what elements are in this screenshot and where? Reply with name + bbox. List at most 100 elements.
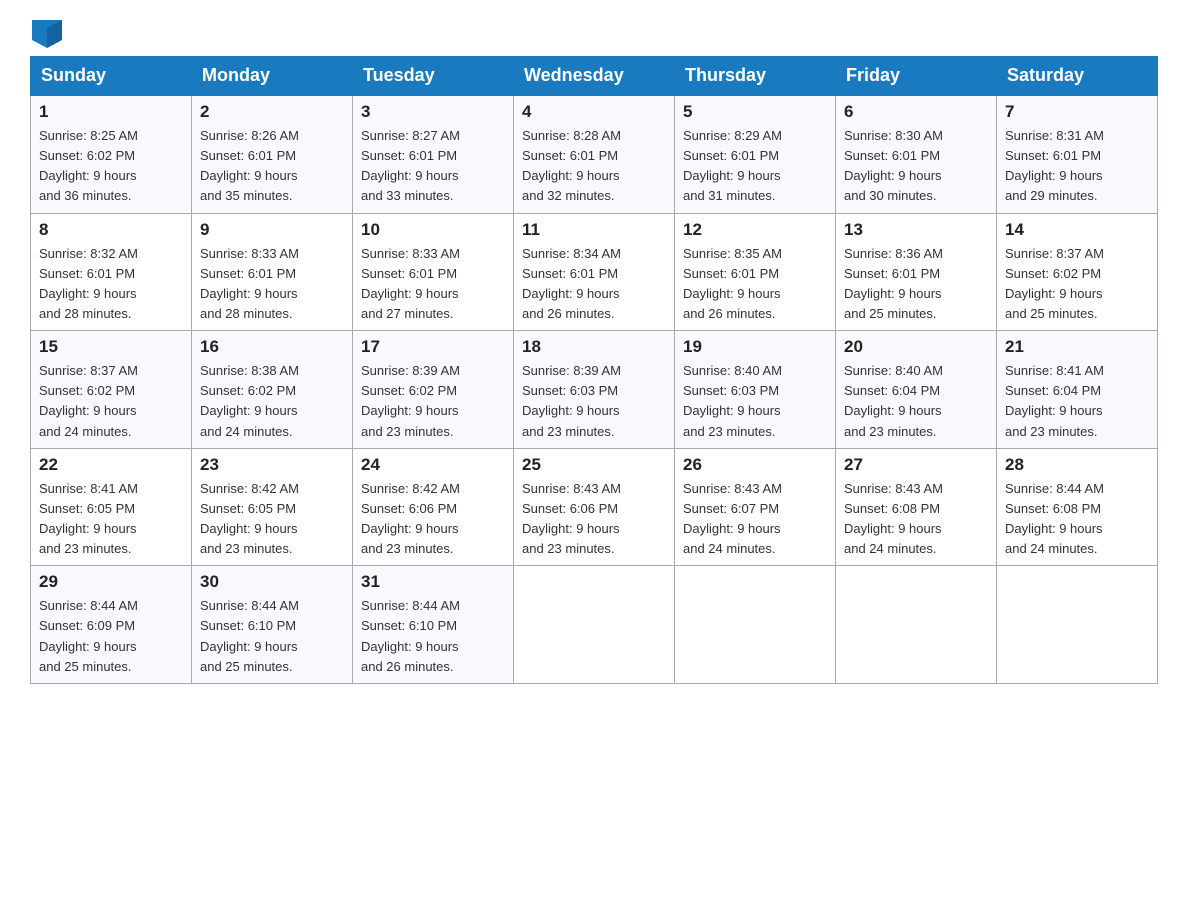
calendar-week-row: 8 Sunrise: 8:32 AMSunset: 6:01 PMDaylight… bbox=[31, 213, 1158, 331]
day-number: 14 bbox=[1005, 220, 1149, 240]
day-number: 7 bbox=[1005, 102, 1149, 122]
day-info: Sunrise: 8:44 AMSunset: 6:08 PMDaylight:… bbox=[1005, 479, 1149, 560]
page-header bbox=[30, 20, 1158, 46]
day-info: Sunrise: 8:43 AMSunset: 6:06 PMDaylight:… bbox=[522, 479, 666, 560]
day-info: Sunrise: 8:31 AMSunset: 6:01 PMDaylight:… bbox=[1005, 126, 1149, 207]
day-info: Sunrise: 8:44 AMSunset: 6:09 PMDaylight:… bbox=[39, 596, 183, 677]
calendar-day-cell bbox=[836, 566, 997, 684]
day-number: 19 bbox=[683, 337, 827, 357]
calendar-day-cell bbox=[514, 566, 675, 684]
calendar-day-cell: 22 Sunrise: 8:41 AMSunset: 6:05 PMDayligh… bbox=[31, 448, 192, 566]
day-info: Sunrise: 8:36 AMSunset: 6:01 PMDaylight:… bbox=[844, 244, 988, 325]
calendar-day-cell: 23 Sunrise: 8:42 AMSunset: 6:05 PMDayligh… bbox=[192, 448, 353, 566]
day-info: Sunrise: 8:37 AMSunset: 6:02 PMDaylight:… bbox=[39, 361, 183, 442]
day-of-week-header: Wednesday bbox=[514, 57, 675, 96]
calendar-day-cell: 14 Sunrise: 8:37 AMSunset: 6:02 PMDayligh… bbox=[997, 213, 1158, 331]
calendar-table: SundayMondayTuesdayWednesdayThursdayFrid… bbox=[30, 56, 1158, 684]
day-number: 26 bbox=[683, 455, 827, 475]
day-number: 9 bbox=[200, 220, 344, 240]
day-number: 3 bbox=[361, 102, 505, 122]
day-number: 12 bbox=[683, 220, 827, 240]
calendar-day-cell: 3 Sunrise: 8:27 AMSunset: 6:01 PMDaylight… bbox=[353, 95, 514, 213]
day-number: 23 bbox=[200, 455, 344, 475]
calendar-day-cell: 26 Sunrise: 8:43 AMSunset: 6:07 PMDayligh… bbox=[675, 448, 836, 566]
day-number: 13 bbox=[844, 220, 988, 240]
day-info: Sunrise: 8:30 AMSunset: 6:01 PMDaylight:… bbox=[844, 126, 988, 207]
day-number: 10 bbox=[361, 220, 505, 240]
calendar-day-cell: 9 Sunrise: 8:33 AMSunset: 6:01 PMDaylight… bbox=[192, 213, 353, 331]
day-number: 17 bbox=[361, 337, 505, 357]
calendar-week-row: 1 Sunrise: 8:25 AMSunset: 6:02 PMDaylight… bbox=[31, 95, 1158, 213]
day-info: Sunrise: 8:44 AMSunset: 6:10 PMDaylight:… bbox=[200, 596, 344, 677]
day-of-week-header: Friday bbox=[836, 57, 997, 96]
day-number: 30 bbox=[200, 572, 344, 592]
calendar-day-cell: 1 Sunrise: 8:25 AMSunset: 6:02 PMDaylight… bbox=[31, 95, 192, 213]
calendar-day-cell: 18Sunrise: 8:39 AMSunset: 6:03 PMDayligh… bbox=[514, 331, 675, 449]
calendar-day-cell: 4 Sunrise: 8:28 AMSunset: 6:01 PMDaylight… bbox=[514, 95, 675, 213]
day-of-week-header: Tuesday bbox=[353, 57, 514, 96]
calendar-day-cell: 20 Sunrise: 8:40 AMSunset: 6:04 PMDayligh… bbox=[836, 331, 997, 449]
day-info: Sunrise: 8:44 AMSunset: 6:10 PMDaylight:… bbox=[361, 596, 505, 677]
calendar-day-cell: 2Sunrise: 8:26 AMSunset: 6:01 PMDaylight… bbox=[192, 95, 353, 213]
day-number: 15 bbox=[39, 337, 183, 357]
day-info: Sunrise: 8:43 AMSunset: 6:07 PMDaylight:… bbox=[683, 479, 827, 560]
calendar-day-cell: 7 Sunrise: 8:31 AMSunset: 6:01 PMDaylight… bbox=[997, 95, 1158, 213]
calendar-day-cell: 13 Sunrise: 8:36 AMSunset: 6:01 PMDayligh… bbox=[836, 213, 997, 331]
day-number: 16 bbox=[200, 337, 344, 357]
day-number: 25 bbox=[522, 455, 666, 475]
calendar-day-cell: 11Sunrise: 8:34 AMSunset: 6:01 PMDayligh… bbox=[514, 213, 675, 331]
logo-icon bbox=[32, 20, 62, 48]
day-number: 31 bbox=[361, 572, 505, 592]
day-info: Sunrise: 8:41 AMSunset: 6:05 PMDaylight:… bbox=[39, 479, 183, 560]
day-info: Sunrise: 8:42 AMSunset: 6:06 PMDaylight:… bbox=[361, 479, 505, 560]
calendar-day-cell: 30 Sunrise: 8:44 AMSunset: 6:10 PMDayligh… bbox=[192, 566, 353, 684]
calendar-day-cell: 15 Sunrise: 8:37 AMSunset: 6:02 PMDayligh… bbox=[31, 331, 192, 449]
day-info: Sunrise: 8:37 AMSunset: 6:02 PMDaylight:… bbox=[1005, 244, 1149, 325]
day-info: Sunrise: 8:25 AMSunset: 6:02 PMDaylight:… bbox=[39, 126, 183, 207]
calendar-day-cell: 19 Sunrise: 8:40 AMSunset: 6:03 PMDayligh… bbox=[675, 331, 836, 449]
calendar-day-cell: 27Sunrise: 8:43 AMSunset: 6:08 PMDayligh… bbox=[836, 448, 997, 566]
day-number: 28 bbox=[1005, 455, 1149, 475]
day-number: 2 bbox=[200, 102, 344, 122]
day-info: Sunrise: 8:27 AMSunset: 6:01 PMDaylight:… bbox=[361, 126, 505, 207]
day-number: 6 bbox=[844, 102, 988, 122]
calendar-day-cell: 31 Sunrise: 8:44 AMSunset: 6:10 PMDayligh… bbox=[353, 566, 514, 684]
day-info: Sunrise: 8:28 AMSunset: 6:01 PMDaylight:… bbox=[522, 126, 666, 207]
calendar-day-cell: 25 Sunrise: 8:43 AMSunset: 6:06 PMDayligh… bbox=[514, 448, 675, 566]
day-of-week-header: Monday bbox=[192, 57, 353, 96]
day-number: 1 bbox=[39, 102, 183, 122]
day-info: Sunrise: 8:39 AMSunset: 6:02 PMDaylight:… bbox=[361, 361, 505, 442]
day-info: Sunrise: 8:40 AMSunset: 6:04 PMDaylight:… bbox=[844, 361, 988, 442]
calendar-day-cell: 12 Sunrise: 8:35 AMSunset: 6:01 PMDayligh… bbox=[675, 213, 836, 331]
day-info: Sunrise: 8:33 AMSunset: 6:01 PMDaylight:… bbox=[200, 244, 344, 325]
calendar-day-cell: 10 Sunrise: 8:33 AMSunset: 6:01 PMDayligh… bbox=[353, 213, 514, 331]
day-info: Sunrise: 8:35 AMSunset: 6:01 PMDaylight:… bbox=[683, 244, 827, 325]
day-info: Sunrise: 8:33 AMSunset: 6:01 PMDaylight:… bbox=[361, 244, 505, 325]
day-info: Sunrise: 8:41 AMSunset: 6:04 PMDaylight:… bbox=[1005, 361, 1149, 442]
calendar-day-cell: 28 Sunrise: 8:44 AMSunset: 6:08 PMDayligh… bbox=[997, 448, 1158, 566]
day-of-week-header: Saturday bbox=[997, 57, 1158, 96]
day-info: Sunrise: 8:38 AMSunset: 6:02 PMDaylight:… bbox=[200, 361, 344, 442]
calendar-day-cell: 16 Sunrise: 8:38 AMSunset: 6:02 PMDayligh… bbox=[192, 331, 353, 449]
calendar-week-row: 29 Sunrise: 8:44 AMSunset: 6:09 PMDayligh… bbox=[31, 566, 1158, 684]
day-info: Sunrise: 8:43 AMSunset: 6:08 PMDaylight:… bbox=[844, 479, 988, 560]
calendar-week-row: 22 Sunrise: 8:41 AMSunset: 6:05 PMDayligh… bbox=[31, 448, 1158, 566]
day-info: Sunrise: 8:40 AMSunset: 6:03 PMDaylight:… bbox=[683, 361, 827, 442]
calendar-day-cell: 8 Sunrise: 8:32 AMSunset: 6:01 PMDaylight… bbox=[31, 213, 192, 331]
calendar-day-cell: 6 Sunrise: 8:30 AMSunset: 6:01 PMDaylight… bbox=[836, 95, 997, 213]
day-number: 22 bbox=[39, 455, 183, 475]
day-of-week-header: Thursday bbox=[675, 57, 836, 96]
day-number: 20 bbox=[844, 337, 988, 357]
calendar-day-cell: 5Sunrise: 8:29 AMSunset: 6:01 PMDaylight… bbox=[675, 95, 836, 213]
day-number: 24 bbox=[361, 455, 505, 475]
day-number: 8 bbox=[39, 220, 183, 240]
calendar-header-row: SundayMondayTuesdayWednesdayThursdayFrid… bbox=[31, 57, 1158, 96]
day-info: Sunrise: 8:32 AMSunset: 6:01 PMDaylight:… bbox=[39, 244, 183, 325]
day-number: 4 bbox=[522, 102, 666, 122]
day-number: 11 bbox=[522, 220, 666, 240]
day-number: 29 bbox=[39, 572, 183, 592]
day-info: Sunrise: 8:39 AMSunset: 6:03 PMDaylight:… bbox=[522, 361, 666, 442]
logo bbox=[30, 20, 62, 46]
calendar-week-row: 15 Sunrise: 8:37 AMSunset: 6:02 PMDayligh… bbox=[31, 331, 1158, 449]
day-info: Sunrise: 8:42 AMSunset: 6:05 PMDaylight:… bbox=[200, 479, 344, 560]
